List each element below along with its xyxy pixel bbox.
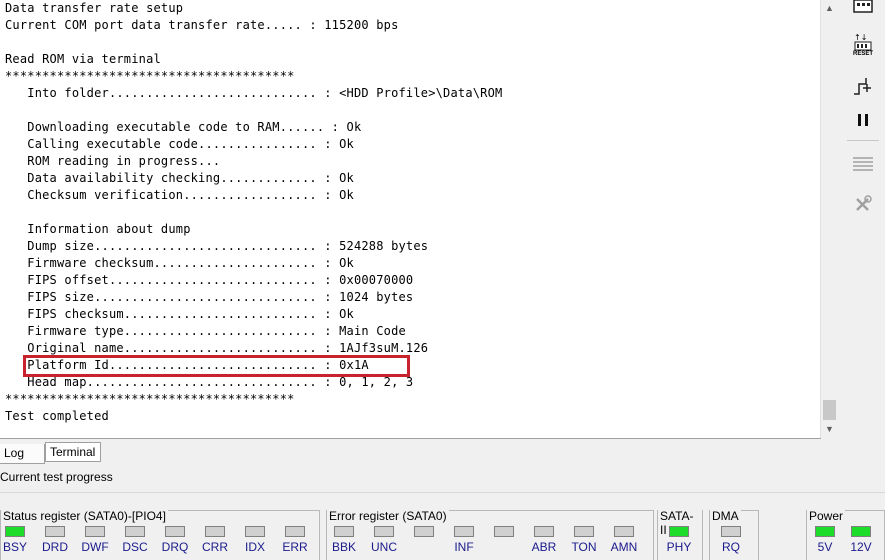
terminal-line: Data availability checking............. … xyxy=(5,171,354,185)
terminal-line: Into folder............................ … xyxy=(5,86,503,100)
terminal-line: Dump size.............................. … xyxy=(5,239,429,253)
led-label: BSY xyxy=(2,540,27,554)
pause-button[interactable] xyxy=(849,106,877,134)
terminal-line: Read ROM via terminal xyxy=(5,52,161,66)
tab-log[interactable]: Log xyxy=(0,444,45,464)
led-indicator xyxy=(125,526,145,537)
led-indicator xyxy=(165,526,185,537)
led-label: CRR xyxy=(202,540,228,554)
led-indicator xyxy=(374,526,394,537)
terminal-line: Current COM port data transfer rate.....… xyxy=(5,18,399,32)
tools-button[interactable] xyxy=(849,190,877,218)
power-title: Power xyxy=(807,509,846,523)
terminal-line: *************************************** xyxy=(5,69,295,83)
power-switch-button[interactable] xyxy=(849,72,877,100)
led-label: DWF xyxy=(81,540,109,554)
led-indicator xyxy=(5,526,25,537)
terminal-output[interactable]: Data transfer rate setup Current COM port… xyxy=(0,0,821,439)
power-switch-icon xyxy=(854,78,871,95)
led-indicator xyxy=(45,526,65,537)
led-label: PHY xyxy=(666,540,692,554)
status-register-title: Status register (SATA0)-[PIO4] xyxy=(1,509,168,523)
led-indicator xyxy=(454,526,474,537)
led-indicator xyxy=(85,526,105,537)
pause-icon xyxy=(858,114,868,126)
led-indicator xyxy=(494,526,514,537)
error-register-title: Error register (SATA0) xyxy=(327,509,449,523)
led-label: TON xyxy=(571,540,597,554)
led-indicator xyxy=(851,526,871,537)
led-indicator xyxy=(245,526,265,537)
led-label: ERR xyxy=(282,540,308,554)
led-label: UNC xyxy=(371,540,397,554)
tab-terminal[interactable]: Terminal xyxy=(45,442,101,462)
led-label: DRD xyxy=(42,540,68,554)
log-tabs: Log Terminal xyxy=(0,438,841,464)
list-button[interactable] xyxy=(849,150,877,178)
led-indicator xyxy=(414,526,434,537)
scroll-up-arrow-icon[interactable]: ▲ xyxy=(821,0,838,17)
current-test-progress-label: Current test progress xyxy=(0,470,113,484)
scroll-down-arrow-icon[interactable]: ▼ xyxy=(821,421,838,438)
terminal-line: Data transfer rate setup xyxy=(5,1,184,15)
led-indicator xyxy=(815,526,835,537)
terminal-scrollbar[interactable]: ▲ ▼ xyxy=(820,0,838,438)
right-toolbar: ↑↓ RESET xyxy=(841,0,885,438)
chip-icon xyxy=(853,0,873,13)
terminal-line: Checksum verification.................. … xyxy=(5,188,354,202)
list-icon xyxy=(853,157,873,171)
terminal-line: Calling executable code................ … xyxy=(5,137,354,151)
reset-label: RESET xyxy=(852,50,873,57)
led-label: IDX xyxy=(244,540,265,554)
led-indicator xyxy=(721,526,741,537)
led-indicator xyxy=(669,526,689,537)
led-label: 5V xyxy=(817,540,833,554)
board-chip-button[interactable] xyxy=(849,0,877,20)
led-label: AMN xyxy=(610,540,638,554)
reset-button[interactable]: ↑↓ RESET xyxy=(849,30,877,60)
led-indicator xyxy=(574,526,594,537)
led-label: BBK xyxy=(331,540,356,554)
led-label: 12V xyxy=(850,540,872,554)
terminal-line: Information about dump xyxy=(5,222,191,236)
led-label: INF xyxy=(454,540,474,554)
terminal-line: Firmware checksum...................... … xyxy=(5,256,354,270)
led-label: DRQ xyxy=(161,540,189,554)
progress-bar xyxy=(0,492,885,493)
terminal-line: FIPS offset............................ … xyxy=(5,273,414,287)
led-indicator xyxy=(205,526,225,537)
dma-title: DMA xyxy=(710,509,741,523)
led-indicator xyxy=(534,526,554,537)
terminal-line: ROM reading in progress... xyxy=(5,154,221,168)
toolbar-divider xyxy=(847,140,879,141)
led-indicator xyxy=(285,526,305,537)
tools-icon xyxy=(856,195,872,211)
terminal-line: Test completed xyxy=(5,409,109,423)
platform-id-highlight-box xyxy=(23,355,410,377)
terminal-line: *************************************** xyxy=(5,392,295,406)
led-label: DSC xyxy=(122,540,148,554)
svg-text:↑↓: ↑↓ xyxy=(854,33,867,42)
led-indicator xyxy=(334,526,354,537)
terminal-line: Downloading executable code to RAM......… xyxy=(5,120,362,134)
led-label: RQ xyxy=(722,540,740,554)
terminal-line: FIPS checksum.......................... … xyxy=(5,307,354,321)
led-indicator xyxy=(614,526,634,537)
led-label: ABR xyxy=(531,540,557,554)
terminal-line: FIPS size.............................. … xyxy=(5,290,414,304)
reset-chip-icon: ↑↓ xyxy=(854,33,872,50)
scrollbar-thumb[interactable] xyxy=(823,400,836,420)
terminal-line: Firmware type.......................... … xyxy=(5,324,406,338)
